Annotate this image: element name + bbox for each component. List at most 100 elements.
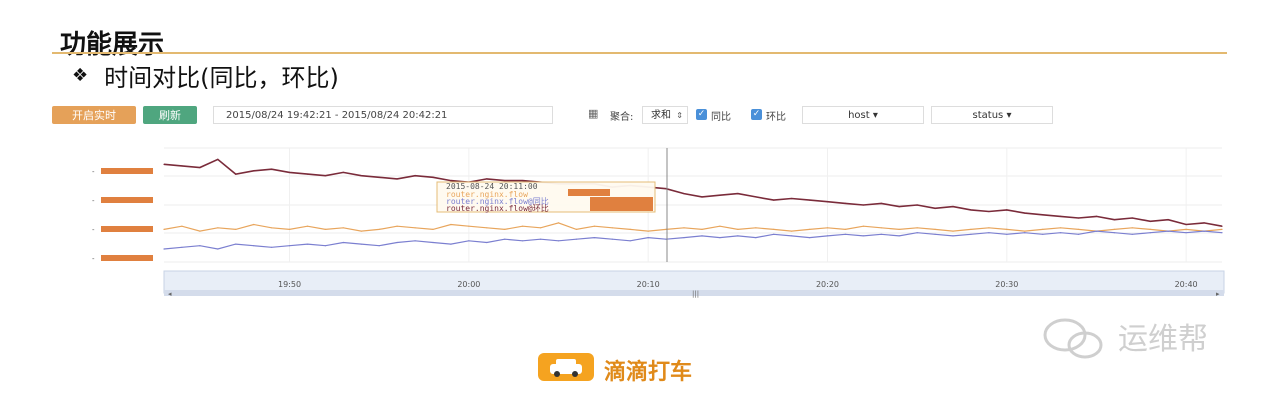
data-point bbox=[898, 235, 900, 237]
data-point bbox=[450, 223, 452, 226]
data-point bbox=[181, 225, 183, 227]
data-point bbox=[880, 227, 882, 229]
data-point bbox=[1060, 227, 1062, 229]
data-point bbox=[1006, 209, 1008, 211]
series-line-0 bbox=[163, 158, 1223, 227]
y-tick-mark: - bbox=[92, 226, 95, 234]
x-tick-label: 20:30 bbox=[995, 280, 1018, 289]
data-point bbox=[862, 204, 865, 206]
data-point bbox=[791, 197, 793, 200]
data-point bbox=[755, 196, 757, 198]
data-point bbox=[1095, 215, 1098, 217]
data-point bbox=[809, 199, 811, 201]
series-lines bbox=[163, 158, 1223, 250]
data-point bbox=[253, 245, 255, 247]
watermark-text: 运维帮 bbox=[1118, 322, 1208, 357]
didi-logo bbox=[538, 353, 594, 381]
data-point bbox=[1060, 232, 1062, 234]
data-point bbox=[916, 232, 918, 234]
data-point bbox=[629, 228, 631, 230]
data-point bbox=[306, 243, 309, 245]
y-tick-redaction bbox=[101, 168, 153, 174]
data-point bbox=[253, 223, 255, 226]
data-point bbox=[1167, 219, 1169, 221]
data-point bbox=[1149, 232, 1151, 234]
data-point bbox=[1077, 233, 1080, 235]
data-point bbox=[683, 237, 685, 239]
data-point bbox=[1042, 228, 1044, 230]
data-point bbox=[324, 245, 326, 247]
y-tick-mark: - bbox=[92, 197, 95, 205]
taxi-icon bbox=[550, 359, 582, 377]
data-point bbox=[737, 193, 739, 195]
data-point bbox=[199, 230, 201, 232]
data-point bbox=[719, 225, 721, 227]
chart-tooltip: 2015-08-24 20:11:00 router.nginx.flow ro… bbox=[436, 181, 656, 213]
data-point bbox=[486, 178, 488, 180]
data-point bbox=[791, 235, 793, 237]
data-point bbox=[593, 225, 596, 227]
data-point bbox=[235, 173, 237, 175]
data-point bbox=[1042, 233, 1044, 235]
data-point bbox=[235, 228, 237, 230]
data-point bbox=[791, 230, 793, 232]
data-point bbox=[360, 230, 362, 232]
data-point bbox=[809, 228, 811, 230]
data-point bbox=[988, 210, 990, 213]
data-point bbox=[593, 237, 596, 239]
data-point bbox=[522, 225, 524, 227]
scroll-left-icon: ◂ bbox=[168, 290, 172, 298]
data-point bbox=[306, 225, 309, 227]
data-point bbox=[701, 228, 703, 230]
data-point bbox=[396, 241, 398, 244]
data-point bbox=[396, 225, 398, 227]
tooltip-redaction-1 bbox=[568, 189, 610, 196]
data-point bbox=[701, 235, 703, 237]
data-point bbox=[360, 175, 362, 177]
data-point bbox=[1113, 228, 1115, 230]
data-point bbox=[952, 206, 954, 208]
data-point bbox=[934, 228, 936, 230]
data-point bbox=[934, 233, 936, 235]
data-point bbox=[737, 228, 739, 230]
navigator[interactable]: ||| ◂ ▸ bbox=[163, 270, 1225, 298]
data-point bbox=[952, 230, 954, 232]
data-point bbox=[970, 233, 972, 235]
data-point bbox=[1221, 232, 1223, 234]
wechat-icon bbox=[1043, 318, 1103, 359]
data-point bbox=[342, 241, 344, 244]
data-point bbox=[988, 227, 990, 229]
data-point bbox=[1113, 219, 1115, 221]
data-point bbox=[271, 227, 273, 229]
data-point bbox=[575, 238, 578, 240]
data-point bbox=[1131, 217, 1133, 219]
data-point bbox=[737, 235, 739, 237]
data-point bbox=[719, 237, 721, 239]
data-point bbox=[504, 238, 506, 240]
data-point bbox=[862, 235, 865, 237]
data-point bbox=[324, 175, 326, 177]
data-point bbox=[1024, 212, 1026, 214]
data-point bbox=[486, 227, 488, 229]
scrollbar-grip-icon: ||| bbox=[692, 290, 699, 298]
data-point bbox=[271, 168, 273, 170]
brand-name: 滴滴打车 bbox=[604, 360, 693, 385]
x-tick-label: 20:10 bbox=[637, 280, 660, 289]
data-point bbox=[898, 206, 900, 208]
data-point bbox=[217, 248, 219, 250]
data-point bbox=[342, 227, 344, 229]
data-point bbox=[1077, 228, 1080, 230]
data-point bbox=[1185, 228, 1187, 230]
data-point bbox=[342, 171, 344, 173]
scroll-right-icon: ▸ bbox=[1216, 290, 1220, 298]
data-point bbox=[540, 227, 542, 229]
data-point bbox=[862, 225, 865, 227]
data-point bbox=[253, 170, 255, 172]
y-tick-redaction bbox=[101, 255, 153, 261]
data-point bbox=[378, 245, 380, 247]
y-tick-mark: - bbox=[92, 255, 95, 263]
data-point bbox=[701, 196, 703, 198]
data-point bbox=[898, 228, 900, 230]
data-point bbox=[1006, 233, 1008, 235]
data-point bbox=[414, 240, 416, 242]
